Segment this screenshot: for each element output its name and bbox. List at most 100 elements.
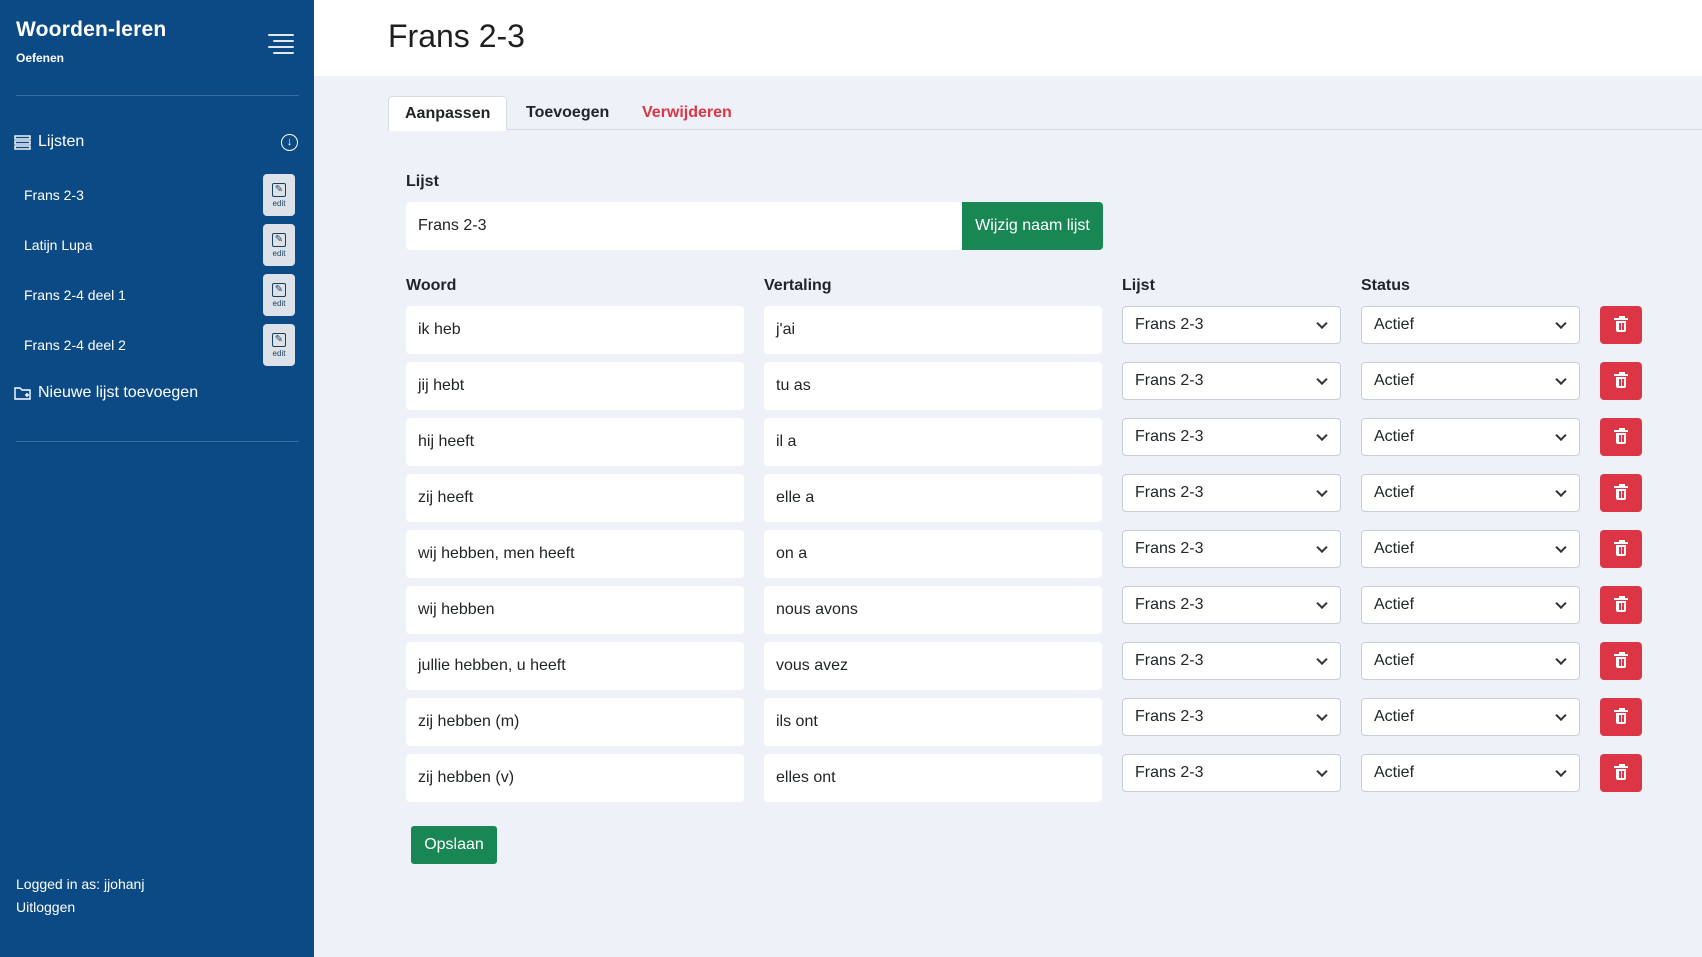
word-input[interactable]: zij hebben (m) <box>406 698 744 746</box>
edit-list-button[interactable]: ✎ edit <box>263 224 295 266</box>
sidebar-item-frans-2-4-deel-2[interactable]: Frans 2-4 deel 2 ✎ edit <box>0 324 298 366</box>
column-header-list: Lijst <box>1122 277 1155 294</box>
word-input[interactable]: hij heeft <box>406 418 744 466</box>
list-select[interactable]: Frans 2-3 <box>1122 418 1341 456</box>
sidebar-item-label: Frans 2-3 <box>24 187 84 203</box>
list-select-value: Frans 2-3 <box>1135 652 1204 669</box>
list-select[interactable]: Frans 2-3 <box>1122 474 1341 512</box>
sidebar-item-frans-2-4-deel-1[interactable]: Frans 2-4 deel 1 ✎ edit <box>0 274 298 316</box>
chevron-down-icon <box>1555 541 1567 554</box>
word-input[interactable]: jullie hebben, u heeft <box>406 642 744 690</box>
delete-word-button[interactable] <box>1600 586 1642 624</box>
translation-input[interactable]: tu as <box>764 362 1102 410</box>
list-select[interactable]: Frans 2-3 <box>1122 306 1341 344</box>
arrow-down-circle-icon[interactable]: ↓ <box>281 133 298 151</box>
status-select-value: Actief <box>1374 540 1415 557</box>
status-select[interactable]: Actief <box>1361 530 1580 568</box>
delete-word-button[interactable] <box>1600 306 1642 344</box>
word-input[interactable]: zij heeft <box>406 474 744 522</box>
list-select-value: Frans 2-3 <box>1135 372 1204 389</box>
delete-word-button[interactable] <box>1600 754 1642 792</box>
sidebar-item-frans-2-3[interactable]: Frans 2-3 ✎ edit <box>0 174 298 216</box>
rename-list-button[interactable]: Wijzig naam lijst <box>962 202 1103 250</box>
chevron-down-icon <box>1316 765 1328 778</box>
tab-aanpassen[interactable]: Aanpassen <box>388 96 508 131</box>
status-select-value: Actief <box>1374 764 1415 781</box>
trash-icon <box>1614 764 1628 780</box>
chevron-down-icon <box>1316 709 1328 722</box>
status-select[interactable]: Actief <box>1361 586 1580 624</box>
list-select-value: Frans 2-3 <box>1135 316 1204 333</box>
trash-icon <box>1614 652 1628 668</box>
translation-input[interactable]: elles ont <box>764 754 1102 802</box>
pencil-square-icon: ✎ <box>272 232 286 247</box>
word-input[interactable]: wij hebben <box>406 586 744 634</box>
status-select[interactable]: Actief <box>1361 642 1580 680</box>
lists-toggle[interactable]: Lijsten ↓ <box>14 130 298 154</box>
delete-word-button[interactable] <box>1600 362 1642 400</box>
word-input[interactable]: wij hebben, men heeft <box>406 530 744 578</box>
tab-toevoegen[interactable]: Toevoegen <box>510 96 625 130</box>
edit-list-button[interactable]: ✎ edit <box>263 274 295 316</box>
status-select-value: Actief <box>1374 484 1415 501</box>
delete-word-button[interactable] <box>1600 418 1642 456</box>
chevron-down-icon <box>1555 373 1567 386</box>
status-select-value: Actief <box>1374 652 1415 669</box>
status-select[interactable]: Actief <box>1361 362 1580 400</box>
translation-input[interactable]: ils ont <box>764 698 1102 746</box>
word-input[interactable]: jij hebt <box>406 362 744 410</box>
sidebar-item-latijn-lupa[interactable]: Latijn Lupa ✎ edit <box>0 224 298 266</box>
edit-list-button[interactable]: ✎ edit <box>263 174 295 216</box>
status-select[interactable]: Actief <box>1361 698 1580 736</box>
chevron-down-icon <box>1555 653 1567 666</box>
logout-link[interactable]: Uitloggen <box>16 899 75 915</box>
sidebar-item-label: Latijn Lupa <box>24 237 93 253</box>
folder-plus-icon <box>14 387 31 400</box>
tab-bar: Aanpassen Toevoegen Verwijderen <box>388 96 1702 131</box>
list-select[interactable]: Frans 2-3 <box>1122 530 1341 568</box>
list-select-value: Frans 2-3 <box>1135 596 1204 613</box>
chevron-down-icon <box>1316 373 1328 386</box>
tab-verwijderen[interactable]: Verwijderen <box>626 96 748 130</box>
translation-input[interactable]: vous avez <box>764 642 1102 690</box>
sidebar: Woorden-leren Oefenen Lijsten ↓ Frans 2-… <box>0 0 314 957</box>
status-select[interactable]: Actief <box>1361 754 1580 792</box>
word-input[interactable]: ik heb <box>406 306 744 354</box>
word-input[interactable]: zij hebben (v) <box>406 754 744 802</box>
sidebar-item-label: Frans 2-4 deel 1 <box>24 287 126 303</box>
delete-word-button[interactable] <box>1600 642 1642 680</box>
edit-list-button[interactable]: ✎ edit <box>263 324 295 366</box>
status-select[interactable]: Actief <box>1361 474 1580 512</box>
delete-word-button[interactable] <box>1600 474 1642 512</box>
translation-input[interactable]: elle a <box>764 474 1102 522</box>
logged-in-text: Logged in as: jjohanj <box>16 876 145 892</box>
status-select-value: Actief <box>1374 428 1415 445</box>
list-name-input[interactable]: Frans 2-3 <box>406 202 962 250</box>
status-select-value: Actief <box>1374 316 1415 333</box>
chevron-down-icon <box>1555 765 1567 778</box>
translation-input[interactable]: il a <box>764 418 1102 466</box>
status-select[interactable]: Actief <box>1361 306 1580 344</box>
translation-input[interactable]: nous avons <box>764 586 1102 634</box>
sidebar-item-label: Frans 2-4 deel 2 <box>24 337 126 353</box>
new-list-link[interactable]: Nieuwe lijst toevoegen <box>14 384 198 402</box>
page-title: Frans 2-3 <box>388 18 525 54</box>
status-select[interactable]: Actief <box>1361 418 1580 456</box>
chevron-down-icon <box>1316 541 1328 554</box>
list-select[interactable]: Frans 2-3 <box>1122 642 1341 680</box>
chevron-down-icon <box>1555 597 1567 610</box>
list-select[interactable]: Frans 2-3 <box>1122 586 1341 624</box>
list-select[interactable]: Frans 2-3 <box>1122 698 1341 736</box>
list-select-value: Frans 2-3 <box>1135 428 1204 445</box>
list-select[interactable]: Frans 2-3 <box>1122 754 1341 792</box>
delete-word-button[interactable] <box>1600 530 1642 568</box>
list-select-value: Frans 2-3 <box>1135 540 1204 557</box>
lists-label: Lijsten <box>38 133 85 150</box>
translation-input[interactable]: on a <box>764 530 1102 578</box>
hamburger-icon[interactable] <box>268 34 294 56</box>
delete-word-button[interactable] <box>1600 698 1642 736</box>
list-select[interactable]: Frans 2-3 <box>1122 362 1341 400</box>
chevron-down-icon <box>1316 317 1328 330</box>
translation-input[interactable]: j'ai <box>764 306 1102 354</box>
save-button[interactable]: Opslaan <box>411 826 497 864</box>
